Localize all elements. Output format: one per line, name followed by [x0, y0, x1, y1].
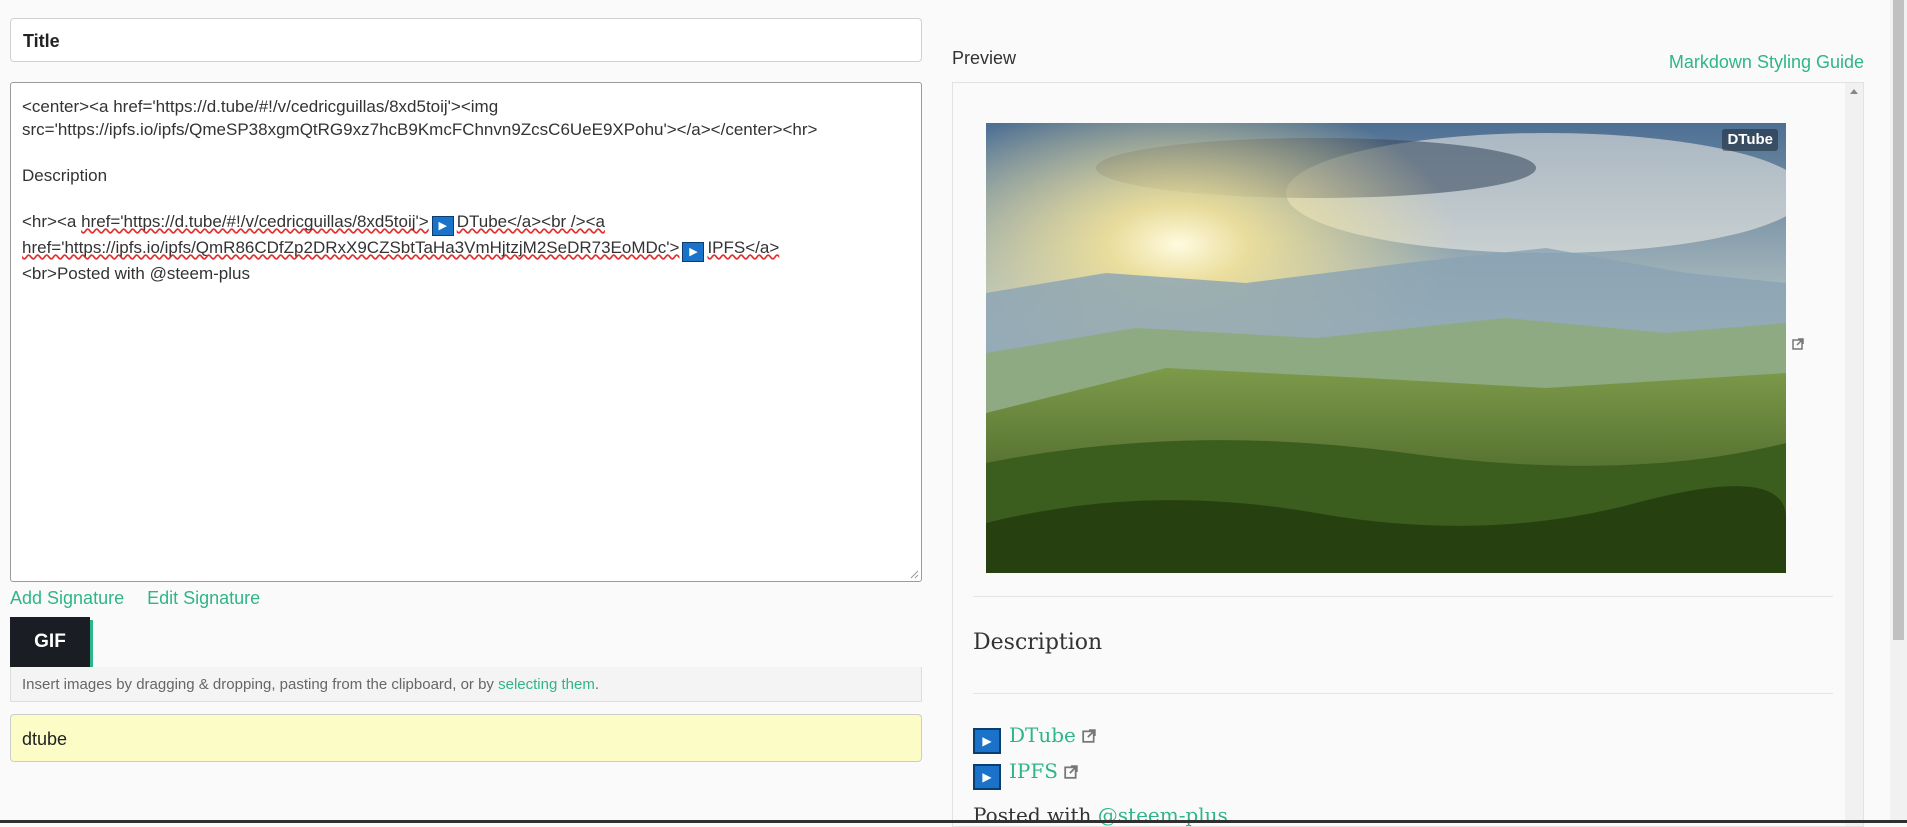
preview-link-label: DTube — [1009, 723, 1076, 747]
play-icon: ▶ — [682, 242, 705, 262]
add-signature-link[interactable]: Add Signature — [10, 588, 124, 608]
external-link-icon — [1082, 729, 1096, 743]
body-text: IPFS</a> — [707, 238, 780, 257]
gif-button[interactable]: GIF — [10, 617, 90, 667]
body-line — [22, 141, 910, 164]
body-line: src='https://ipfs.io/ipfs/QmeSP38xgmQtRG… — [22, 120, 818, 139]
scroll-up-icon[interactable] — [1850, 89, 1858, 94]
steem-plus-link[interactable]: @steem-plus — [1098, 803, 1228, 826]
divider — [973, 596, 1833, 597]
select-images-link[interactable]: selecting them — [498, 676, 595, 693]
tags-input[interactable]: dtube — [10, 714, 922, 762]
play-icon: ▶ — [431, 216, 454, 236]
preview-column: Preview Markdown Styling Guide DTube Des… — [952, 48, 1864, 827]
preview-pane: DTube Description ▶ DTube ▶ IPFS Posted wi… — [952, 82, 1864, 827]
preview-header: Preview Markdown Styling Guide — [952, 48, 1864, 80]
image-drop-hint: Insert images by dragging & dropping, pa… — [10, 667, 922, 702]
page-scrollbar-thumb[interactable] — [1893, 0, 1904, 640]
body-text: DTube</a><br /><a — [456, 212, 605, 231]
posted-with-line: Posted with @steem-plus — [973, 803, 1228, 827]
preview-link-label: IPFS — [1009, 759, 1058, 783]
body-line: Description — [22, 166, 108, 185]
page-scrollbar[interactable] — [1890, 0, 1907, 823]
body-line — [22, 187, 910, 210]
body-text: href='https://ipfs.io/ipfs/QmR86CDfZp2DR… — [22, 238, 680, 257]
body-line-dtube: <hr><a href='https://d.tube/#!/v/cedricg… — [22, 210, 910, 236]
play-icon: ▶ — [973, 764, 1001, 790]
posted-with-text: Posted with — [973, 803, 1098, 827]
external-link-icon — [1064, 765, 1079, 779]
preview-label: Preview — [952, 48, 1017, 68]
preview-link-ipfs[interactable]: ▶ IPFS — [973, 759, 1079, 790]
edit-signature-link[interactable]: Edit Signature — [147, 588, 260, 608]
video-thumbnail[interactable]: DTube — [986, 123, 1786, 573]
body-line: <br>Posted with @steem-plus — [22, 264, 250, 283]
drop-hint-end: . — [594, 676, 599, 693]
body-line: <center><a href='https://d.tube/#!/v/ced… — [22, 97, 499, 116]
preview-link-dtube[interactable]: ▶ DTube — [973, 723, 1096, 754]
divider — [973, 693, 1833, 694]
body-text: href='https://d.tube/#!/v/cedricguillas/… — [81, 212, 429, 231]
play-icon: ▶ — [973, 728, 1001, 754]
body-line-ipfs: href='https://ipfs.io/ipfs/QmR86CDfZp2DR… — [22, 236, 910, 262]
editor-column: Title <center><a href='https://d.tube/#!… — [10, 18, 922, 762]
body-text: <hr><a — [22, 212, 82, 231]
markdown-guide-link[interactable]: Markdown Styling Guide — [1669, 52, 1864, 73]
body-textarea[interactable]: <center><a href='https://d.tube/#!/v/ced… — [10, 82, 922, 582]
title-input[interactable]: Title — [10, 18, 922, 62]
preview-description-heading: Description — [973, 630, 1103, 655]
landscape-image — [986, 123, 1786, 573]
drop-hint-text: Insert images by dragging & dropping, pa… — [22, 676, 499, 693]
preview-scrollbar[interactable] — [1845, 83, 1863, 826]
dtube-logo: DTube — [1722, 129, 1778, 151]
external-link-icon[interactable] — [1792, 338, 1804, 350]
signature-links: Add Signature Edit Signature — [10, 588, 922, 609]
resize-grip-icon[interactable] — [909, 569, 919, 579]
